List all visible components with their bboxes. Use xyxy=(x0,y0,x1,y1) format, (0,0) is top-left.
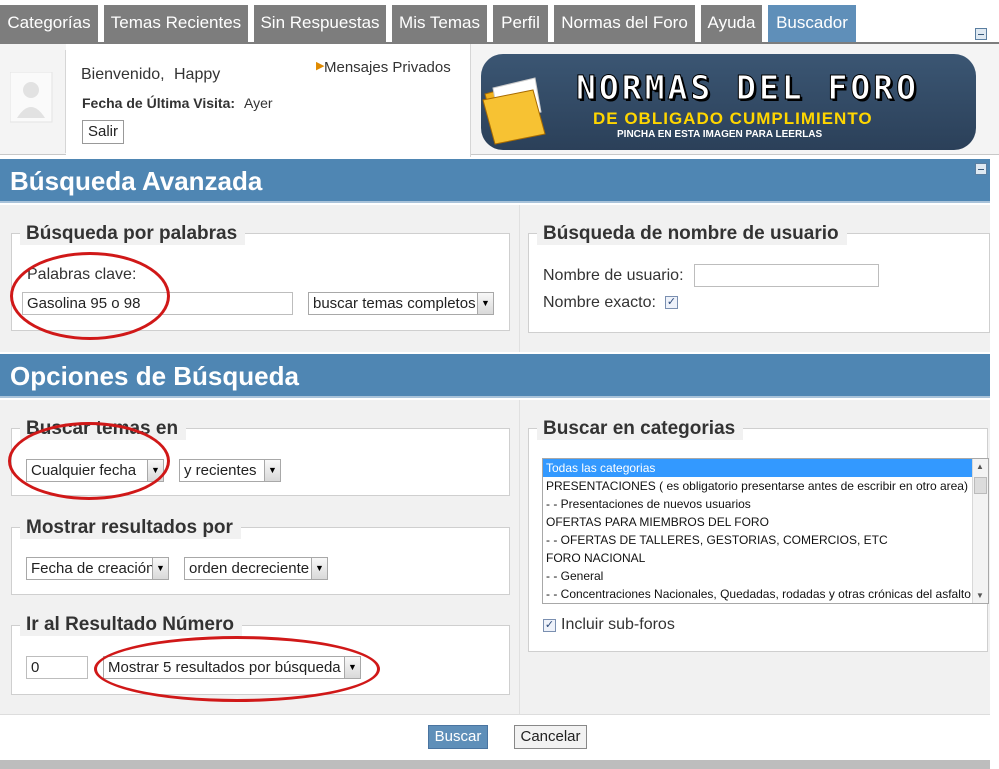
sort-field-value: Fecha de creación xyxy=(31,560,155,577)
sort-field-select[interactable]: Fecha de creación ▼ xyxy=(26,557,169,580)
search-button[interactable]: Buscar xyxy=(428,725,488,749)
banner-caption: PINCHA EN ESTA IMAGEN PARA LEERLAS xyxy=(617,129,823,140)
advanced-search-title: Búsqueda Avanzada xyxy=(0,159,990,203)
sort-order-value: orden decreciente xyxy=(189,560,310,577)
footer-border xyxy=(0,760,990,769)
avatar-placeholder-icon xyxy=(10,72,53,123)
actions-bar xyxy=(0,714,990,760)
tab-temas-recientes[interactable]: Temas Recientes xyxy=(104,5,250,42)
search-options-heading: Opciones de Búsqueda xyxy=(10,361,299,391)
annotation-ring xyxy=(10,252,170,340)
categories-legend: Buscar en categorias xyxy=(537,418,744,440)
collapse-icon[interactable] xyxy=(975,28,987,40)
forum-rules-banner[interactable]: NORMAS DEL FORO DE OBLIGADO CUMPLIMIENTO… xyxy=(481,54,976,150)
scrollbar-thumb[interactable] xyxy=(974,477,987,494)
tab-ayuda[interactable]: Ayuda xyxy=(701,5,764,42)
category-option[interactable]: OFERTAS PARA MIEMBROS DEL FORO xyxy=(543,513,988,531)
username-link[interactable]: Happy xyxy=(174,66,220,84)
category-option[interactable]: PRESENTACIONES ( es obligatorio presenta… xyxy=(543,477,988,495)
include-subforums-label: Incluir sub-foros xyxy=(561,616,675,633)
last-visit-label: Fecha de Última Visita: xyxy=(82,95,236,111)
scroll-down-icon[interactable]: ▼ xyxy=(976,591,984,600)
dropdown-arrow-icon: ▼ xyxy=(311,558,327,579)
results-legend: Mostrar resultados por xyxy=(20,517,241,539)
user-info: Bienvenido, Happy Fecha de Última Visita… xyxy=(66,44,471,157)
last-visit-value: Ayer xyxy=(244,95,273,111)
nav-tabs: Categorías Temas Recientes Sin Respuesta… xyxy=(0,0,999,42)
category-option[interactable]: FORO NACIONAL xyxy=(543,549,988,567)
search-mode-select[interactable]: buscar temas completos ▼ xyxy=(308,292,494,315)
date-mode-value: y recientes xyxy=(184,462,257,479)
tab-normas-del-foro[interactable]: Normas del Foro xyxy=(554,5,697,42)
dropdown-arrow-icon: ▼ xyxy=(477,293,493,314)
sort-order-select[interactable]: orden decreciente ▼ xyxy=(184,557,328,580)
welcome-text: Bienvenido, xyxy=(81,66,165,83)
category-option[interactable]: Todas las categorias xyxy=(543,459,972,477)
listbox-scrollbar[interactable]: ▲ ▼ xyxy=(972,459,988,603)
category-option[interactable]: - - Presentaciones de nuevos usuarios xyxy=(543,495,988,513)
words-legend: Búsqueda por palabras xyxy=(20,223,246,245)
annotation-ring xyxy=(8,422,170,500)
annotation-ring xyxy=(94,636,380,702)
category-option[interactable]: - - OFERTAS DE TALLERES, GESTORIAS, COME… xyxy=(543,531,988,549)
tab-sin-respuestas[interactable]: Sin Respuestas xyxy=(254,5,388,42)
user-header: Bienvenido, Happy Fecha de Última Visita… xyxy=(0,42,999,157)
exact-name-checkbox[interactable]: ✓ xyxy=(665,296,678,309)
username-label: Nombre de usuario: xyxy=(543,267,684,284)
goto-legend: Ir al Resultado Número xyxy=(20,614,242,636)
banner-title: NORMAS DEL FORO xyxy=(575,68,920,108)
cancel-button[interactable]: Cancelar xyxy=(514,725,587,749)
tab-mis-temas[interactable]: Mis Temas xyxy=(392,5,489,42)
search-mode-value: buscar temas completos xyxy=(313,295,476,312)
dropdown-arrow-icon: ▼ xyxy=(152,558,168,579)
logout-button[interactable]: Salir xyxy=(82,120,124,144)
tab-perfil[interactable]: Perfil xyxy=(493,5,550,42)
goto-result-input[interactable]: 0 xyxy=(26,656,88,679)
category-option[interactable]: - - Concentraciones Nacionales, Quedadas… xyxy=(543,585,988,603)
dropdown-arrow-icon: ▼ xyxy=(264,460,280,481)
banner-subtitle: DE OBLIGADO CUMPLIMIENTO xyxy=(593,109,873,128)
user-legend: Búsqueda de nombre de usuario xyxy=(537,223,847,245)
scroll-up-icon[interactable]: ▲ xyxy=(976,462,984,471)
collapse-icon[interactable] xyxy=(975,163,987,175)
tab-categorias[interactable]: Categorías xyxy=(0,5,100,42)
folder-icon xyxy=(482,77,546,145)
exact-name-label: Nombre exacto: xyxy=(543,294,656,311)
avatar xyxy=(4,50,66,153)
categories-listbox[interactable]: Todas las categorias PRESENTACIONES ( es… xyxy=(542,458,989,604)
private-messages-link[interactable]: Mensajes Privados xyxy=(324,59,451,76)
include-subforums-checkbox[interactable]: ✓ xyxy=(543,619,556,632)
tab-buscador[interactable]: Buscador xyxy=(768,5,858,42)
date-mode-select[interactable]: y recientes ▼ xyxy=(179,459,281,482)
category-option[interactable]: - - General xyxy=(543,567,988,585)
search-options-title: Opciones de Búsqueda xyxy=(0,354,990,398)
username-input[interactable] xyxy=(694,264,879,287)
advanced-search-heading: Búsqueda Avanzada xyxy=(10,166,263,196)
